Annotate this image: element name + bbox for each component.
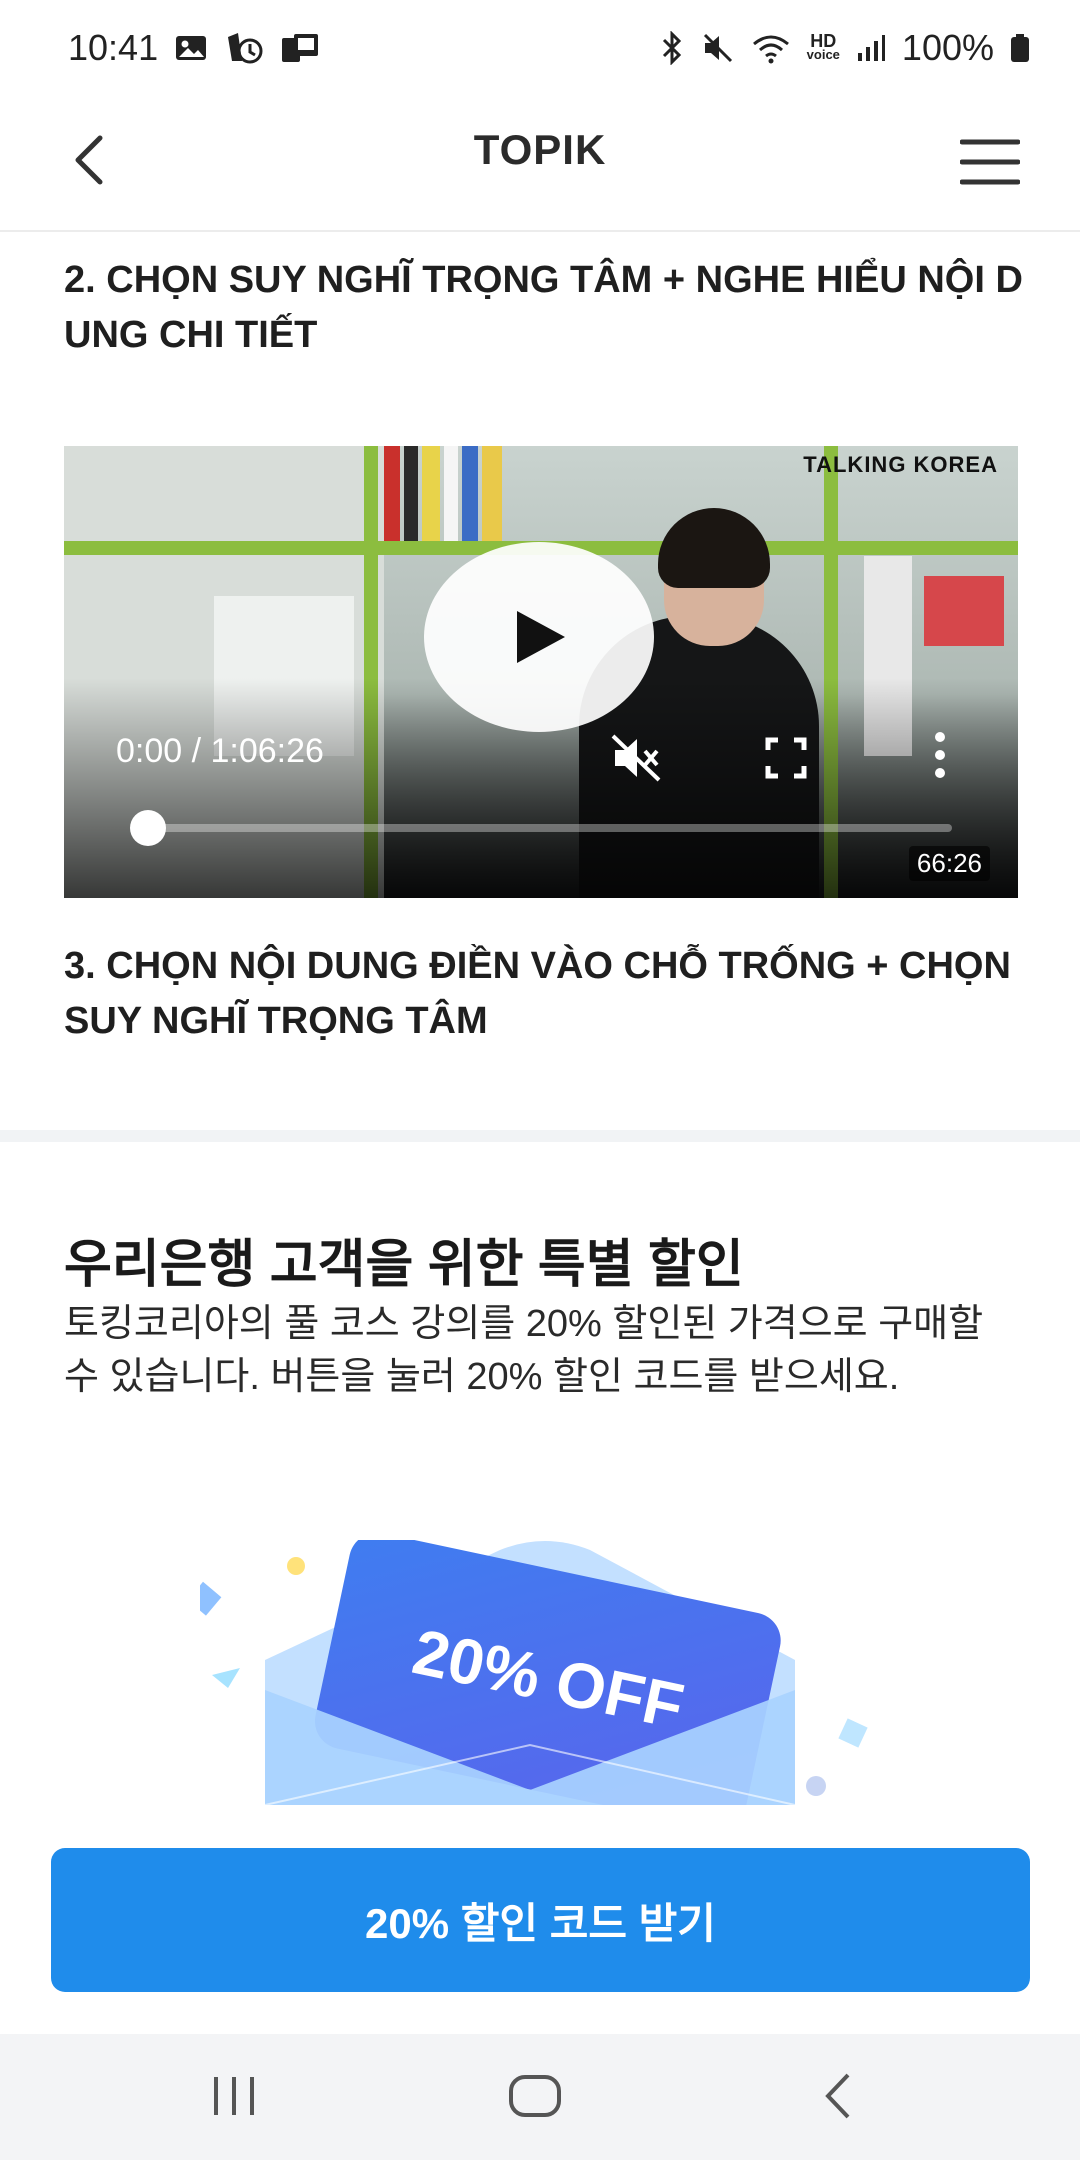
system-nav-bar bbox=[0, 2034, 1080, 2160]
video-watermark: TALKING KOREA bbox=[803, 452, 998, 477]
back-icon[interactable] bbox=[800, 2064, 880, 2128]
play-button[interactable] bbox=[424, 542, 654, 732]
status-bar-right: HD voice 100% bbox=[659, 27, 1030, 69]
image-icon bbox=[174, 33, 208, 63]
coupon-illustration: 20% OFF bbox=[187, 1532, 890, 1829]
alarm-icon bbox=[224, 31, 264, 65]
hd-voice-icon: HD voice bbox=[806, 31, 840, 62]
video-player[interactable]: TALKING KOREA 0:00 / 1:06:26 66:26 bbox=[64, 446, 1018, 898]
fullscreen-icon[interactable] bbox=[764, 736, 808, 780]
video-book bbox=[422, 446, 440, 541]
section-divider bbox=[0, 1130, 1080, 1142]
video-time: 0:00 / 1:06:26 bbox=[116, 732, 324, 770]
page-title: TOPIK bbox=[473, 126, 607, 173]
status-bar: 10:41 HD voice 100% bbox=[0, 0, 1080, 96]
promo-description: 토킹코리아의 풀 코스 강의를 20% 할인된 가격으로 구매할 수 있습니다.… bbox=[64, 1303, 984, 1398]
video-book bbox=[482, 446, 502, 541]
volume-muted-icon[interactable] bbox=[609, 732, 665, 784]
video-duration-badge: 66:26 bbox=[908, 846, 990, 881]
signal-icon bbox=[856, 33, 886, 63]
video-presenter bbox=[658, 508, 770, 588]
play-icon bbox=[517, 611, 565, 663]
video-book bbox=[924, 576, 1004, 646]
video-book bbox=[404, 446, 418, 541]
video-progress-bar[interactable] bbox=[130, 810, 952, 846]
battery-percent: 100% bbox=[901, 27, 994, 68]
hd-voice-label-2: voice bbox=[806, 47, 840, 62]
battery-icon bbox=[1010, 33, 1030, 63]
home-icon[interactable] bbox=[495, 2064, 575, 2128]
status-time: 10:41 bbox=[68, 27, 159, 68]
hamburger-menu-icon[interactable] bbox=[959, 132, 1021, 192]
get-discount-code-button[interactable]: 20% 할인 코드 받기 bbox=[51, 1848, 1030, 1992]
status-bar-left: 10:41 bbox=[68, 27, 320, 69]
video-book bbox=[384, 446, 400, 541]
hd-voice-label-1: HD bbox=[810, 31, 837, 51]
promo-title: 우리은행 고객을 위한 특별 할인 bbox=[64, 1236, 744, 1294]
video-book bbox=[444, 446, 458, 541]
lesson-3-title: 3. CHỌN NỘI DUNG ĐIỀN VÀO CHỖ TRỐNG + CH… bbox=[64, 945, 1011, 1042]
lesson-2-title: 2. CHỌN SUY NGHĨ TRỌNG TÂM + NGHE HIỂU N… bbox=[64, 259, 1023, 356]
bluetooth-icon bbox=[659, 31, 685, 65]
mute-icon bbox=[701, 32, 735, 64]
wifi-icon bbox=[751, 32, 791, 64]
more-options-icon[interactable] bbox=[930, 730, 950, 780]
app-notification-icon bbox=[280, 32, 320, 64]
app-bar: TOPIK bbox=[0, 96, 1080, 232]
recent-apps-icon[interactable] bbox=[194, 2064, 274, 2128]
video-book bbox=[462, 446, 478, 541]
